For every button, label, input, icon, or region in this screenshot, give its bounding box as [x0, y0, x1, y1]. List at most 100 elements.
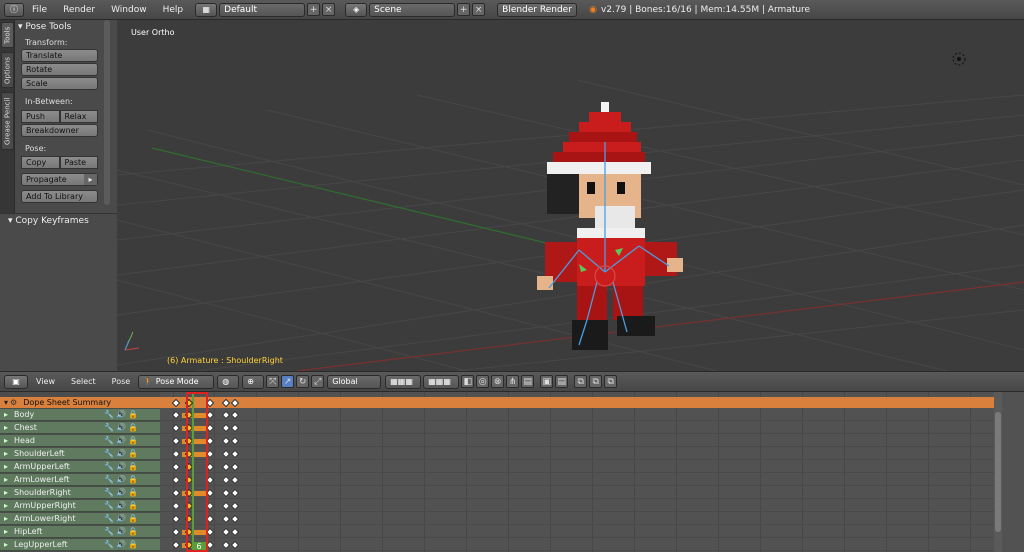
layers-grid-1[interactable]: ▦▦▦ — [385, 374, 422, 389]
channel-row[interactable]: ▸ ShoulderLeft 🔧 🔊 🔒 — [0, 448, 160, 460]
menu-file[interactable]: File — [24, 5, 55, 15]
keyframe-diamond[interactable] — [230, 423, 240, 433]
keyframe-diamond[interactable] — [230, 540, 240, 550]
pose-tools-header[interactable]: ▾ Pose Tools — [15, 20, 117, 34]
expand-icon[interactable]: ▸ — [4, 527, 8, 536]
layout-selector[interactable]: Default — [219, 2, 306, 17]
channel-row[interactable]: ▸ Head 🔧 🔊 🔒 — [0, 435, 160, 447]
keyframe-diamond[interactable] — [230, 501, 240, 511]
expand-icon[interactable]: ▸ — [4, 540, 8, 549]
paste-flipped-icon[interactable]: ⧉ — [604, 375, 618, 388]
keyframe-diamond[interactable] — [171, 540, 181, 550]
translate-button[interactable]: Translate — [21, 49, 98, 62]
channel-row[interactable]: ▸ LegUpperLeft 🔧 🔊 🔒 — [0, 539, 160, 551]
remove-layout-button[interactable]: × — [322, 3, 336, 16]
keyframe-diamond[interactable] — [221, 514, 231, 524]
lock-icon[interactable]: 🔒 — [128, 527, 138, 536]
render-anim-icon[interactable]: ▤ — [555, 375, 569, 388]
tab-tools[interactable]: Tools — [1, 22, 14, 48]
3d-viewport[interactable]: User Ortho (6) Armature : ShoulderRight — [117, 20, 1024, 371]
speaker-icon[interactable]: 🔊 — [116, 475, 126, 484]
keyframe-row[interactable] — [160, 448, 1000, 460]
keyframe-diamond[interactable] — [171, 423, 181, 433]
add-scene-button[interactable]: + — [457, 3, 471, 16]
keyframe-row[interactable] — [160, 474, 1000, 486]
wrench-icon[interactable]: 🔧 — [104, 527, 114, 536]
info-editor-button[interactable]: ⓘ — [4, 2, 24, 17]
speaker-icon[interactable]: 🔊 — [116, 436, 126, 445]
keyframe-row[interactable] — [160, 513, 1000, 525]
channel-row[interactable]: ▸ ArmLowerLeft 🔧 🔊 🔒 — [0, 474, 160, 486]
shading-icon[interactable]: ◍ — [217, 374, 240, 389]
lock-icon[interactable]: 🔒 — [128, 410, 138, 419]
expand-icon[interactable]: ▸ — [4, 423, 8, 432]
keyframe-diamond[interactable] — [221, 475, 231, 485]
keyframe-diamond[interactable] — [221, 527, 231, 537]
channel-row[interactable]: ▸ ShoulderRight 🔧 🔊 🔒 — [0, 487, 160, 499]
keyframe-row[interactable] — [160, 409, 1000, 421]
keyframe-diamond[interactable] — [221, 501, 231, 511]
keyframe-row[interactable] — [160, 539, 1000, 551]
speaker-icon[interactable]: 🔊 — [116, 540, 126, 549]
expand-icon[interactable]: ▾ — [4, 398, 8, 407]
wrench-icon[interactable]: 🔧 — [104, 462, 114, 471]
expand-icon[interactable]: ▸ — [4, 514, 8, 523]
keyframe-diamond[interactable] — [221, 449, 231, 459]
keyframe-row[interactable] — [160, 500, 1000, 512]
keyframe-diamond[interactable] — [230, 527, 240, 537]
dopesheet-scrollbar[interactable] — [994, 392, 1002, 552]
lock-icon[interactable]: 🔒 — [128, 449, 138, 458]
mode-selector[interactable]: 🚶 Pose Mode — [138, 374, 215, 389]
screen-layout-icon[interactable]: ▦ — [195, 2, 218, 17]
lock-icon[interactable]: 🔒 — [128, 488, 138, 497]
pivot-icon[interactable]: ⊕ — [242, 374, 265, 389]
add-layout-button[interactable]: + — [307, 3, 321, 16]
channel-row[interactable]: ▸ Body 🔧 🔊 🔒 — [0, 409, 160, 421]
remove-scene-button[interactable]: × — [472, 3, 486, 16]
scrollbar-thumb[interactable] — [995, 412, 1001, 532]
snap-target-icon[interactable]: ▤ — [521, 375, 535, 388]
expand-icon[interactable]: ▸ — [4, 501, 8, 510]
wrench-icon[interactable]: 🔧 — [104, 488, 114, 497]
expand-icon[interactable]: ▸ — [4, 410, 8, 419]
lock-icon[interactable]: 🔒 — [128, 436, 138, 445]
keyframe-diamond[interactable] — [221, 410, 231, 420]
render-icon[interactable]: ▣ — [540, 375, 554, 388]
wrench-icon[interactable]: 🔧 — [104, 514, 114, 523]
add-to-library-button[interactable]: Add To Library — [21, 190, 98, 203]
copy-button[interactable]: Copy — [21, 156, 60, 169]
expand-icon[interactable]: ▸ — [4, 436, 8, 445]
keyframe-diamond[interactable] — [230, 410, 240, 420]
wrench-icon[interactable]: 🔧 — [104, 540, 114, 549]
keyframe-diamond[interactable] — [171, 410, 181, 420]
expand-icon[interactable]: ▸ — [4, 488, 8, 497]
keyframe-diamond[interactable] — [230, 462, 240, 472]
expand-icon[interactable]: ▸ — [4, 462, 8, 471]
speaker-icon[interactable]: 🔊 — [116, 501, 126, 510]
keyframe-diamond[interactable] — [230, 475, 240, 485]
scale-button[interactable]: Scale — [21, 77, 98, 90]
lock-icon[interactable]: 🔒 — [128, 462, 138, 471]
menu-pose[interactable]: Pose — [104, 377, 139, 386]
wrench-icon[interactable]: 🔧 — [104, 475, 114, 484]
wrench-icon[interactable]: 🔧 — [104, 436, 114, 445]
lock-layers-icon[interactable]: ◧ — [461, 375, 475, 388]
keyframe-diamond[interactable] — [230, 436, 240, 446]
expand-icon[interactable]: ▸ — [4, 475, 8, 484]
wrench-icon[interactable]: 🔧 — [104, 410, 114, 419]
channel-row[interactable]: ▸ HipLeft 🔧 🔊 🔒 — [0, 526, 160, 538]
keyframe-diamond[interactable] — [221, 488, 231, 498]
tab-options[interactable]: Options — [1, 52, 14, 88]
wrench-icon[interactable]: 🔧 — [104, 423, 114, 432]
keyframe-row[interactable] — [160, 487, 1000, 499]
speaker-icon[interactable]: 🔊 — [116, 423, 126, 432]
speaker-icon[interactable]: 🔊 — [116, 527, 126, 536]
keyframe-diamond[interactable] — [230, 488, 240, 498]
keyframe-row[interactable] — [160, 526, 1000, 538]
paste-button[interactable]: Paste — [59, 156, 98, 169]
rotate-button[interactable]: Rotate — [21, 63, 98, 76]
translate-manipulator-icon[interactable]: ↗ — [281, 375, 295, 388]
lock-icon[interactable]: 🔒 — [128, 423, 138, 432]
menu-view[interactable]: View — [28, 377, 63, 386]
speaker-icon[interactable]: 🔊 — [116, 410, 126, 419]
